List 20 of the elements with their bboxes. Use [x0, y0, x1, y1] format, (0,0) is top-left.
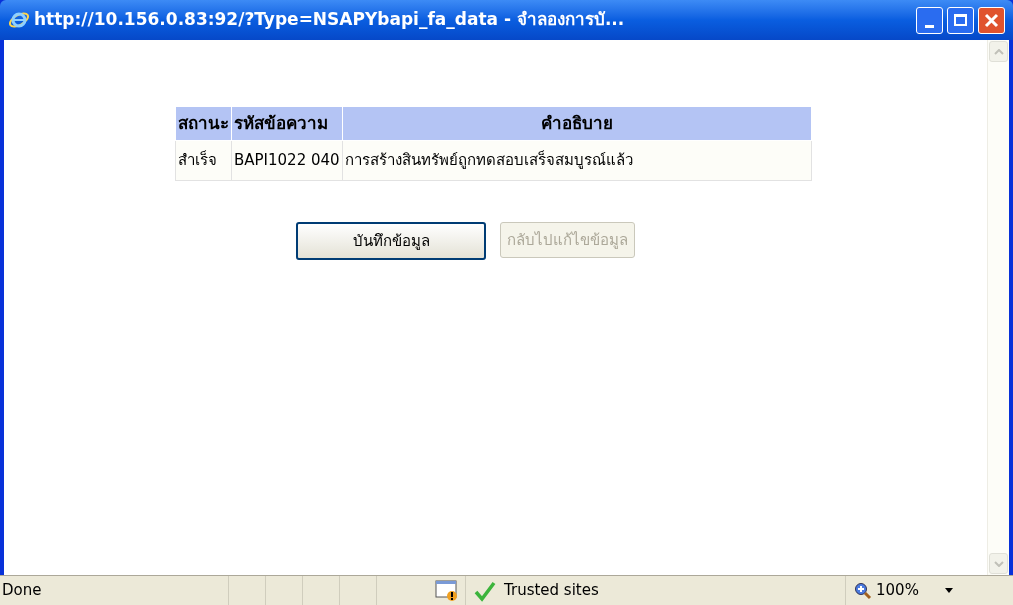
- column-header: คำอธิบาย: [342, 106, 812, 141]
- blocked-page-icon: [435, 579, 459, 602]
- browser-icon: [8, 9, 30, 31]
- maximize-button[interactable]: [947, 6, 974, 34]
- minimize-button[interactable]: [916, 6, 943, 34]
- caret-icon[interactable]: [944, 588, 953, 593]
- checkmark-icon: [474, 579, 496, 602]
- close-icon: [984, 12, 999, 28]
- table-cell: การสร้างสินทรัพย์ถูกทดสอบเสร็จสมบูรณ์แล้ว: [342, 140, 812, 181]
- window-title: http://10.156.0.83:92/?Type=NSAPYbapi_fa_data - จำลองการบั...: [34, 8, 626, 32]
- zoom-icon: [854, 581, 872, 600]
- security-zone: Trusted sites: [504, 580, 599, 602]
- status-text: Done: [1, 580, 43, 602]
- table-cell: BAPI1022 040: [231, 140, 343, 181]
- save-button[interactable]: บันทึกข้อมูล: [296, 222, 486, 260]
- close-button[interactable]: [978, 6, 1005, 34]
- column-header: สถานะ: [175, 106, 232, 141]
- table-cell: สำเร็จ: [175, 140, 232, 181]
- column-header: รหัสข้อความ: [231, 106, 343, 141]
- zoom-button[interactable]: 100%: [854, 579, 919, 602]
